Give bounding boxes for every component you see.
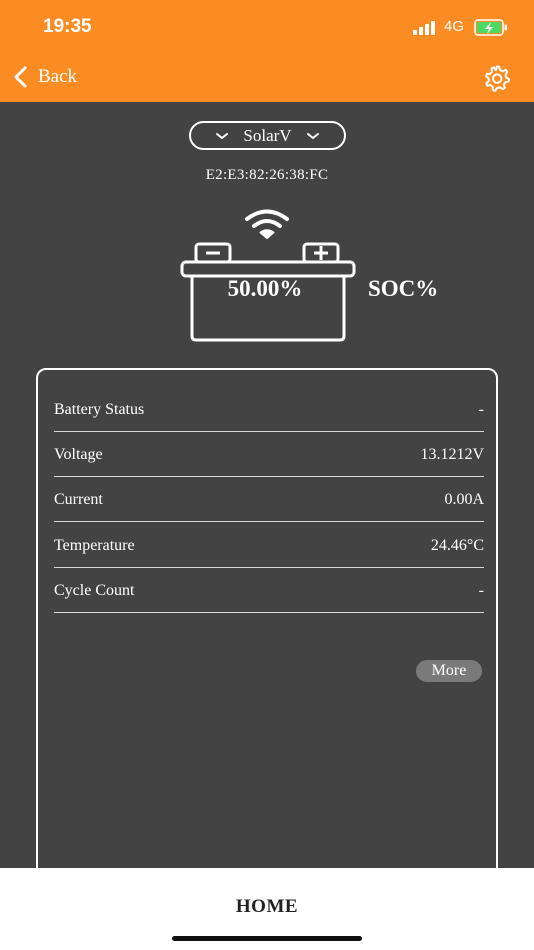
detail-label: Voltage (54, 445, 103, 463)
detail-label: Current (54, 490, 103, 508)
tab-home[interactable]: HOME (0, 896, 534, 918)
network-type: 4G (444, 18, 465, 35)
detail-row-voltage: Voltage 13.1212V (54, 433, 484, 477)
more-button[interactable]: More (416, 660, 482, 682)
device-mac-address: E2:E3:82:26:38:FC (205, 167, 329, 183)
detail-value: 13.1212V (420, 445, 484, 463)
detail-row-cycle-count: Cycle Count - (54, 569, 484, 613)
back-label: Back (38, 66, 78, 87)
status-time: 19:35 (43, 16, 92, 37)
chevron-down-icon (306, 132, 319, 139)
chevron-down-icon (216, 132, 229, 139)
detail-value: 24.46°C (430, 536, 484, 554)
detail-row-temperature: Temperature 24.46°C (54, 524, 484, 568)
gear-icon[interactable] (483, 64, 511, 92)
back-button[interactable]: Back (10, 62, 77, 92)
soc-value: 50.00% (227, 276, 303, 301)
detail-value: - (478, 400, 484, 418)
detail-value: 0.00A (444, 490, 484, 508)
detail-row-current: Current 0.00A (54, 478, 484, 522)
detail-label: Battery Status (54, 400, 145, 418)
detail-value: - (478, 581, 484, 599)
battery-details-panel: Battery Status - Voltage 13.1212V Curren… (36, 368, 498, 908)
device-selector[interactable]: SolarV (189, 121, 346, 150)
home-indicator (172, 936, 362, 941)
detail-row-battery-status: Battery Status - (54, 388, 484, 432)
battery-charging-icon (474, 19, 507, 36)
wifi-icon (245, 209, 289, 239)
top-bar: 19:35 4G Back (0, 0, 534, 102)
bottom-tab-bar: HOME (0, 868, 534, 950)
cellular-signal-icon (413, 21, 439, 35)
chevron-left-icon (14, 66, 27, 88)
detail-label: Cycle Count (54, 581, 135, 599)
soc-label: SOC% (368, 276, 439, 301)
detail-label: Temperature (54, 536, 135, 554)
device-name: SolarV (243, 125, 292, 145)
